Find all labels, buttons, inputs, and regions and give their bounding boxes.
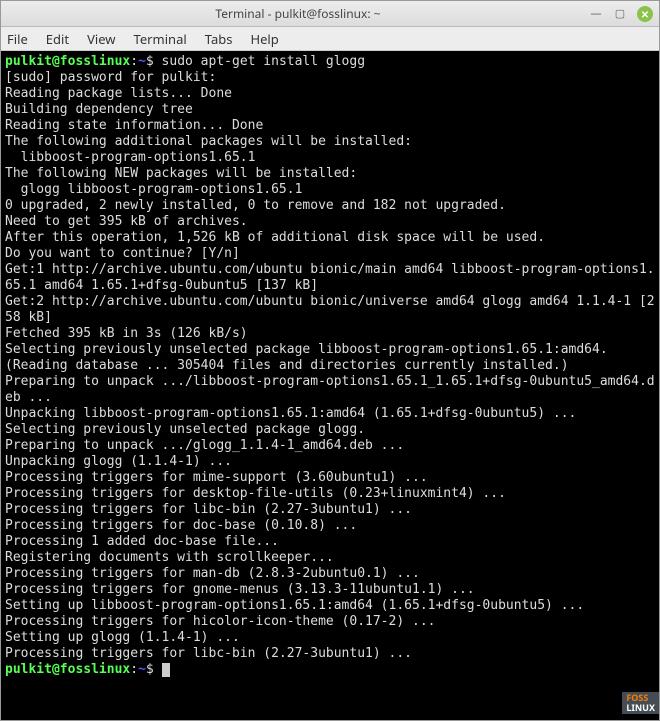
prompt-user-host-2: pulkit@fosslinux [5, 662, 130, 677]
watermark: FOSSLINUX [622, 692, 659, 714]
prompt-colon: : [130, 54, 138, 69]
window-title: Terminal - pulkit@fosslinux: ~ [7, 5, 589, 22]
command-text: sudo apt-get install glogg [162, 54, 366, 69]
cursor [162, 663, 170, 677]
menubar: File Edit View Terminal Tabs Help [1, 27, 659, 51]
menu-view[interactable]: View [87, 30, 115, 48]
menu-help[interactable]: Help [250, 30, 278, 48]
terminal-window: Terminal - pulkit@fosslinux: ~ — ▢ ✕ Fil… [0, 0, 660, 721]
close-button[interactable]: ✕ [637, 6, 653, 22]
prompt-path: ~ [138, 54, 146, 69]
maximize-button[interactable]: ▢ [613, 7, 627, 21]
menu-tabs[interactable]: Tabs [205, 30, 233, 48]
prompt-path-2: ~ [138, 662, 146, 677]
terminal-output: [sudo] password for pulkit: Reading pack… [5, 70, 655, 661]
terminal-area[interactable]: pulkit@fosslinux:~$ sudo apt-get install… [1, 51, 659, 720]
window-controls: — ▢ ✕ [589, 6, 653, 22]
menu-terminal[interactable]: Terminal [134, 30, 187, 48]
prompt-dollar: $ [146, 54, 162, 69]
minimize-button[interactable]: — [589, 7, 603, 21]
menu-edit[interactable]: Edit [46, 30, 69, 48]
titlebar: Terminal - pulkit@fosslinux: ~ — ▢ ✕ [1, 1, 659, 27]
watermark-linux: LINUX [626, 701, 655, 714]
prompt-user-host: pulkit@fosslinux [5, 54, 130, 69]
menu-file[interactable]: File [7, 30, 28, 48]
prompt-colon-2: : [130, 662, 138, 677]
prompt-dollar-2: $ [146, 662, 162, 677]
